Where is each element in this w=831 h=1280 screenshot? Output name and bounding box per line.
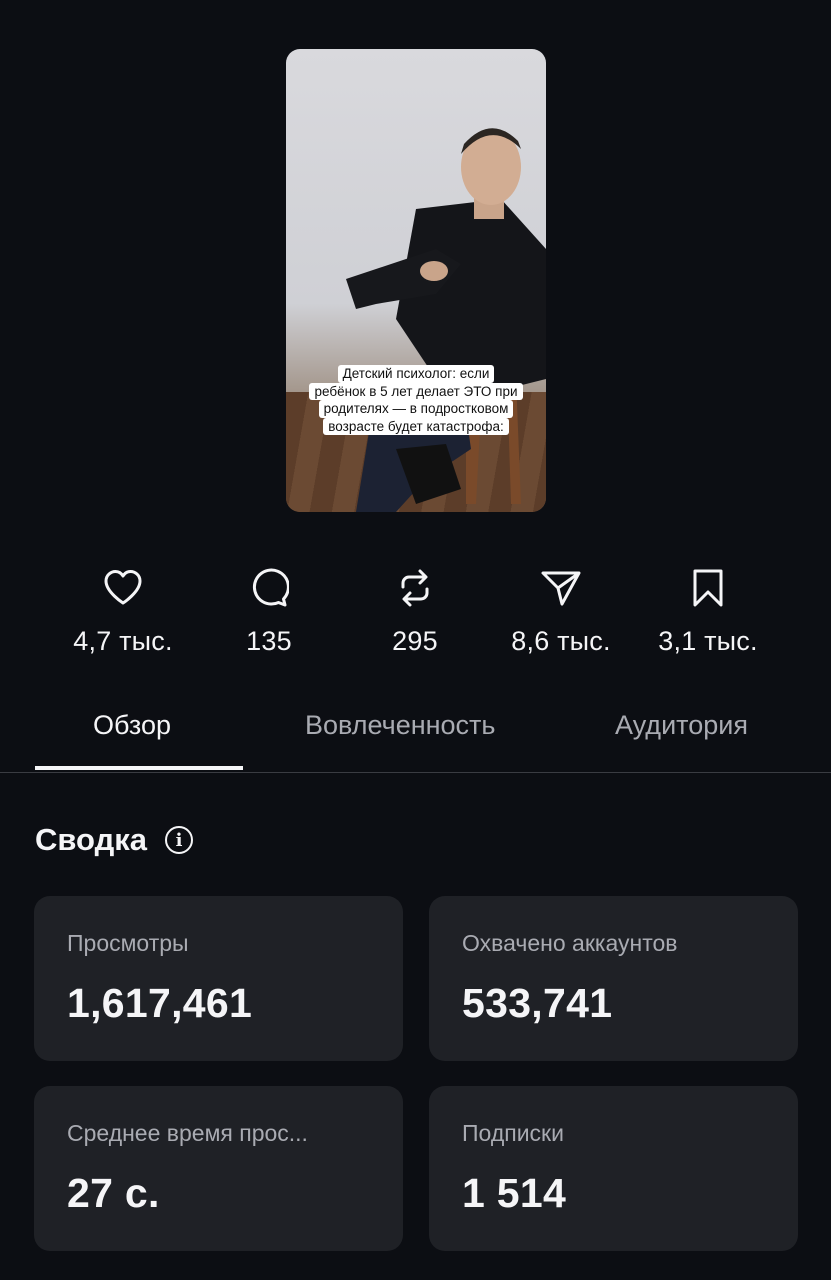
summary-title: Сводка [35,822,147,857]
card-label: Просмотры [67,930,189,956]
reposts-count: 295 [392,626,438,656]
summary-card-follows[interactable]: Подписки 1 514 [429,1086,798,1251]
caption-line: Детский психолог: если [337,365,495,383]
heart-icon [53,560,193,616]
comments-count: 135 [246,626,292,656]
info-icon[interactable]: i [165,826,193,854]
repost-icon [345,560,485,616]
engagement-stats-row: 4,7 тыс. 135 295 8,6 тыс. 3,1 тыс. [0,560,831,670]
tab-engagement[interactable]: Вовлеченность [305,710,495,741]
thumbnail-caption: Детский психолог: если ребёнок в 5 лет д… [286,365,546,435]
card-label: Среднее время прос... [67,1120,308,1146]
card-value: 1 514 [462,1170,567,1216]
summary-header: Сводка i [35,822,193,858]
likes-count: 4,7 тыс. [73,626,173,656]
tab-overview[interactable]: Обзор [93,710,171,741]
card-label: Подписки [462,1120,564,1146]
summary-card-reach[interactable]: Охвачено аккаунтов 533,741 [429,896,798,1061]
stat-saves[interactable]: 3,1 тыс. [638,560,778,657]
summary-card-avg-watch-time[interactable]: Среднее время прос... 27 с. [34,1086,403,1251]
card-value: 533,741 [462,980,613,1026]
insights-tabs: Обзор Вовлеченность Аудитория [0,700,831,773]
summary-card-views[interactable]: Просмотры 1,617,461 [34,896,403,1061]
stat-comments[interactable]: 135 [199,560,339,657]
send-icon [491,560,631,616]
card-value: 1,617,461 [67,980,253,1026]
caption-line: возрасте будет катастрофа: [323,417,509,435]
caption-line: ребёнок в 5 лет делает ЭТО при [309,382,523,400]
saves-count: 3,1 тыс. [658,626,758,656]
card-label: Охвачено аккаунтов [462,930,678,956]
caption-line: родителях — в подростковом [318,400,514,418]
shares-count: 8,6 тыс. [511,626,611,656]
stat-reposts[interactable]: 295 [345,560,485,657]
card-value: 27 с. [67,1170,160,1216]
active-tab-indicator [35,766,243,770]
comment-icon [199,560,339,616]
stat-likes[interactable]: 4,7 тыс. [53,560,193,657]
stat-shares[interactable]: 8,6 тыс. [491,560,631,657]
thumbnail-person-image [346,128,546,512]
tab-audience[interactable]: Аудитория [615,710,748,741]
post-thumbnail[interactable]: Детский психолог: если ребёнок в 5 лет д… [286,49,546,512]
bookmark-icon [638,560,778,616]
